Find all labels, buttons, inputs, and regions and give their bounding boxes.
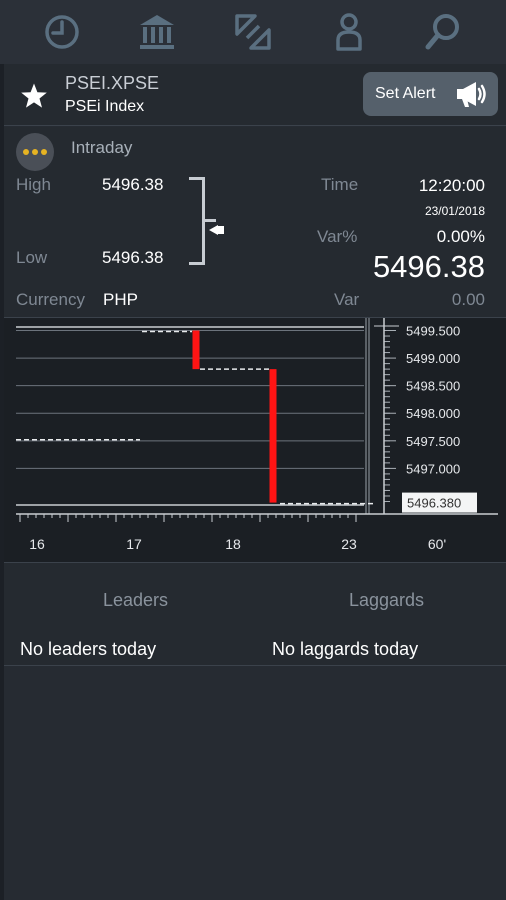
- exchange-icon: [235, 14, 271, 50]
- range-pointer-body: [217, 226, 224, 234]
- var-pct-label: Var%: [317, 227, 358, 246]
- date-value: 23/01/2018: [424, 204, 485, 218]
- last-price: 5496.38: [372, 249, 485, 284]
- instrument-name: PSEi Index: [65, 98, 145, 115]
- set-alert-button[interactable]: Set Alert: [363, 72, 498, 116]
- clock-button[interactable]: [32, 2, 92, 62]
- quote-panel: Intraday High 5496.38 Low 5496.38 Time 1…: [4, 127, 506, 317]
- star-icon[interactable]: [20, 82, 48, 110]
- laggards-tab[interactable]: Laggards: [349, 590, 424, 611]
- currency-label: Currency: [16, 290, 85, 309]
- price-drop-bar: [192, 330, 200, 370]
- leaders-tab[interactable]: Leaders: [103, 590, 168, 611]
- high-value: 5496.38: [102, 175, 164, 194]
- y-tick-label: 5498.500: [406, 379, 460, 394]
- leaders-empty-message: No leaders today: [20, 639, 157, 659]
- user-button[interactable]: [319, 2, 379, 62]
- search-button[interactable]: [414, 2, 474, 62]
- exchange-button[interactable]: [223, 2, 283, 62]
- x-tick-label: 60': [428, 536, 446, 552]
- time-value: 12:20:00: [418, 176, 485, 195]
- user-icon: [335, 13, 362, 51]
- currency-value: PHP: [103, 290, 138, 309]
- dot-icon: [41, 149, 47, 155]
- bank-icon: [140, 15, 175, 49]
- high-label: High: [16, 175, 51, 194]
- var-value: 0.00: [451, 290, 485, 309]
- movers-panel: Leaders Laggards No leaders today No lag…: [4, 562, 506, 666]
- dot-icon: [23, 149, 29, 155]
- search-icon: [425, 14, 460, 50]
- low-label: Low: [16, 248, 48, 267]
- time-label: Time: [321, 175, 359, 194]
- y-tick-label: 5497.500: [406, 434, 460, 449]
- top-navigation: [0, 0, 506, 64]
- y-tick-label: 5497.000: [406, 461, 460, 476]
- megaphone-icon: [457, 82, 486, 107]
- dot-icon: [32, 149, 38, 155]
- var-pct-value: 0.00%: [436, 227, 485, 246]
- range-bracket-tick: [204, 219, 216, 222]
- var-label: Var: [334, 290, 360, 309]
- laggards-empty-message: No laggards today: [272, 639, 419, 659]
- range-bracket: [189, 177, 205, 265]
- x-tick-label: 17: [126, 536, 142, 552]
- intraday-chart[interactable]: 5499.500 5499.000 5498.500 5498.000 5497.500…: [4, 317, 506, 562]
- price-drop-bar: [269, 369, 277, 503]
- y-tick-label: 5499.000: [406, 351, 460, 366]
- low-value: 5496.38: [102, 248, 164, 267]
- y-tick-label: 5499.500: [406, 324, 460, 339]
- x-tick-label: 16: [29, 536, 45, 552]
- instrument-header: PSEI.XPSE PSEi Index Set Alert: [4, 64, 506, 126]
- instrument-symbol: PSEI.XPSE: [65, 73, 160, 93]
- more-options-button[interactable]: [16, 133, 54, 171]
- bank-button[interactable]: [127, 2, 187, 62]
- clock-icon: [45, 15, 79, 49]
- x-tick-label: 23: [341, 536, 357, 552]
- current-value-label: 5496.380: [407, 496, 461, 511]
- set-alert-label: Set Alert: [375, 85, 436, 102]
- y-tick-label: 5498.000: [406, 406, 460, 421]
- x-tick-label: 18: [225, 536, 241, 552]
- period-label[interactable]: Intraday: [71, 138, 132, 158]
- chart-canvas: 5499.500 5499.000 5498.500 5498.000 5497.500…: [16, 318, 498, 552]
